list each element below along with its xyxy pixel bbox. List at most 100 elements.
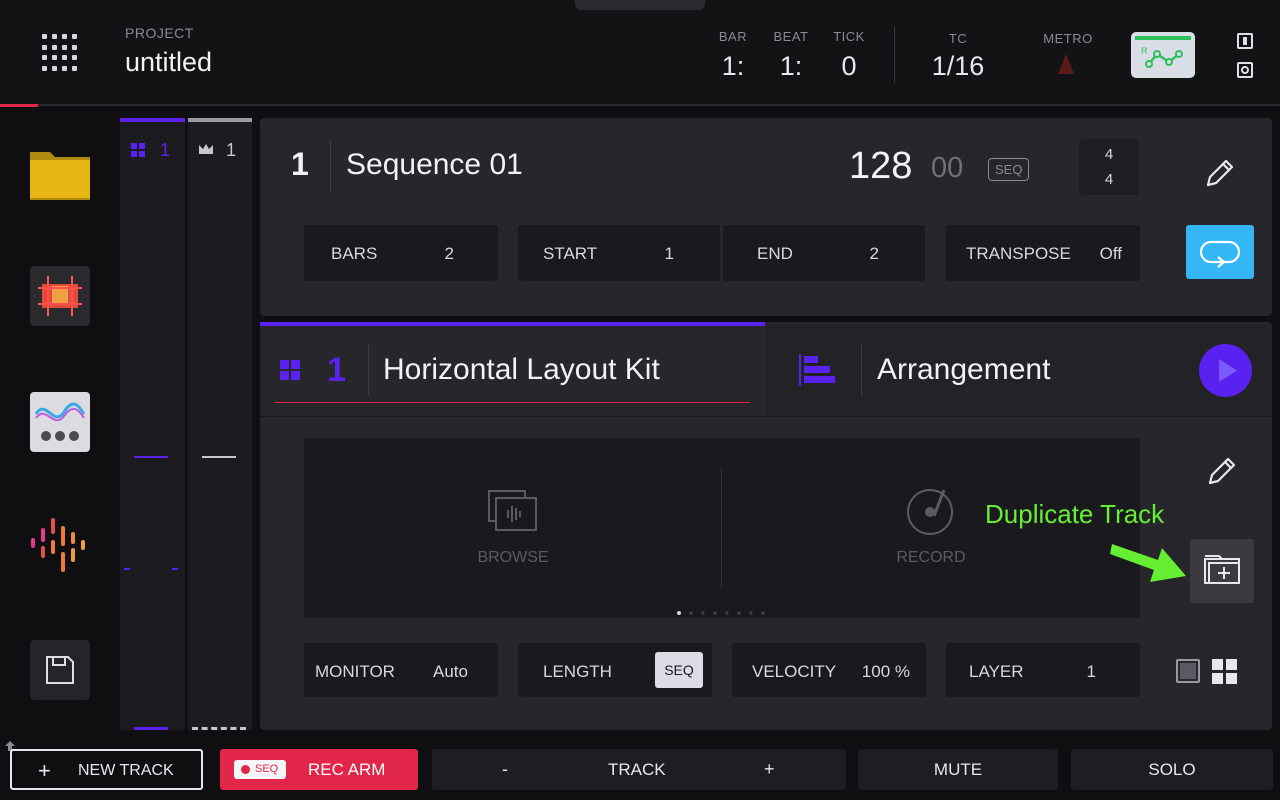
header-divider [894,27,895,83]
start-label: START [543,244,598,263]
duplicate-track-button[interactable] [1190,539,1254,603]
record-vinyl-icon [907,489,953,535]
sequence-name[interactable]: Sequence 01 [346,148,523,182]
bars-value: 2 [444,244,454,263]
save-icon[interactable] [30,640,90,700]
record-label: RECORD [896,549,966,566]
transpose-field[interactable]: TRANSPOSE Off [946,225,1140,281]
track-name[interactable]: Horizontal Layout Kit [383,353,660,387]
strip-left-top-bar [120,118,185,122]
settings-square-icon[interactable] [1237,62,1253,78]
bars-label: BARS [331,244,378,263]
tempo-source-badge[interactable]: SEQ [988,158,1030,181]
bars-field[interactable]: BARS 2 [304,225,498,281]
strip-right-bottom-mark [192,727,246,730]
drum-pad-icon [280,360,300,380]
project-name[interactable]: untitled [125,47,212,78]
layer-label: LAYER [969,662,1024,681]
start-value: 1 [664,244,674,263]
pad-view-grid-icon[interactable] [1212,659,1238,685]
track-next-button[interactable]: + [764,759,775,780]
browse-button[interactable]: BROWSE [433,478,593,578]
info-icon[interactable] [1237,33,1253,49]
single-view-icon[interactable] [1176,659,1200,683]
grid-editor-icon[interactable] [30,266,90,326]
loop-icon [1199,240,1241,268]
end-label: END [757,244,793,263]
record-dot-icon [241,765,250,774]
length-field[interactable]: LENGTH SEQ [518,643,712,697]
track-header-divider [260,416,1272,417]
strip-right-meter-mark [202,456,236,458]
start-field[interactable]: START 1 [518,225,720,281]
track-strip-right[interactable]: 1 [188,118,252,730]
page-indicator-dots [677,603,767,615]
monitor-value: Auto [433,662,468,681]
top-pull-tab[interactable] [575,0,705,10]
time-sig-bottom: 4 [1104,171,1114,188]
time-signature-box[interactable]: 4 4 [1079,139,1139,195]
track-selector: - TRACK + [432,749,846,790]
rec-seq-badge: SEQ [234,760,286,779]
bar-value[interactable]: 1: [713,51,753,82]
sequence-divider [330,140,331,192]
layer-value: 1 [1086,662,1096,681]
new-track-button[interactable]: + NEW TRACK [10,749,203,790]
tc-value[interactable]: 1/16 [918,51,998,82]
browse-label: BROWSE [477,549,549,566]
velocity-value: 100 % [861,662,910,681]
edit-sequence-pencil-icon[interactable] [1204,155,1236,189]
loop-toggle-button[interactable] [1186,225,1254,279]
transpose-value: Off [1099,244,1122,263]
sequence-number: 1 [291,146,309,182]
plus-icon: + [38,758,51,783]
automation-button[interactable]: R [1131,32,1195,78]
strip-left-fader-mark [124,568,130,570]
beat-value[interactable]: 1: [768,51,814,82]
track-prev-button[interactable]: - [502,759,508,780]
browse-record-divider [721,468,722,588]
arrangement-divider [861,344,862,396]
strip-left-number: 1 [160,140,171,160]
browse-samples-icon [488,490,537,531]
track-strip-left[interactable]: 1 [120,118,185,730]
new-track-label: NEW TRACK [78,762,174,779]
track-number: 1 [327,351,346,389]
rec-arm-button[interactable]: SEQ REC ARM [220,749,418,790]
mixer-levels-icon[interactable] [30,516,90,576]
metronome-icon[interactable] [1058,54,1074,74]
end-field[interactable]: END 2 [723,225,925,281]
strip-left-fader-mark [172,568,178,570]
length-seq-badge[interactable]: SEQ [655,652,703,688]
browser-folder-icon[interactable] [30,144,90,204]
duplicate-track-annotation: Duplicate Track [985,499,1165,529]
plugin-synth-icon[interactable] [30,392,90,452]
menu-grid-icon[interactable] [42,34,80,72]
rec-arm-label: REC ARM [308,760,386,779]
strip-right-top-bar [188,118,252,122]
monitor-field[interactable]: MONITOR Auto [304,643,498,697]
mute-button[interactable]: MUTE [858,749,1058,790]
play-arrangement-button[interactable] [1199,344,1252,397]
bpm-value[interactable]: 128 [849,145,912,188]
solo-button[interactable]: SOLO [1071,749,1273,790]
velocity-label: VELOCITY [752,662,837,681]
timeline-progress-fill [0,104,38,107]
time-sig-top: 4 [1104,146,1114,163]
strip-left-bottom-mark [134,727,168,730]
pad-grid-icon [131,143,145,157]
bpm-decimal[interactable]: 00 [931,152,963,185]
transpose-label: TRANSPOSE [966,244,1071,263]
play-icon [1219,359,1237,382]
tick-value[interactable]: 0 [829,51,869,82]
layer-field[interactable]: LAYER 1 [946,643,1140,697]
timeline-progress-track [0,104,1280,106]
track-name-divider [368,344,369,396]
strip-left-meter-mark [134,456,168,458]
strip-right-number: 1 [226,140,237,160]
arrangement-icon [799,354,835,386]
track-tab-active-bar [260,322,765,326]
project-label: PROJECT [125,25,194,41]
edit-track-pencil-icon[interactable] [1206,453,1238,487]
velocity-field[interactable]: VELOCITY 100 % [732,643,926,697]
